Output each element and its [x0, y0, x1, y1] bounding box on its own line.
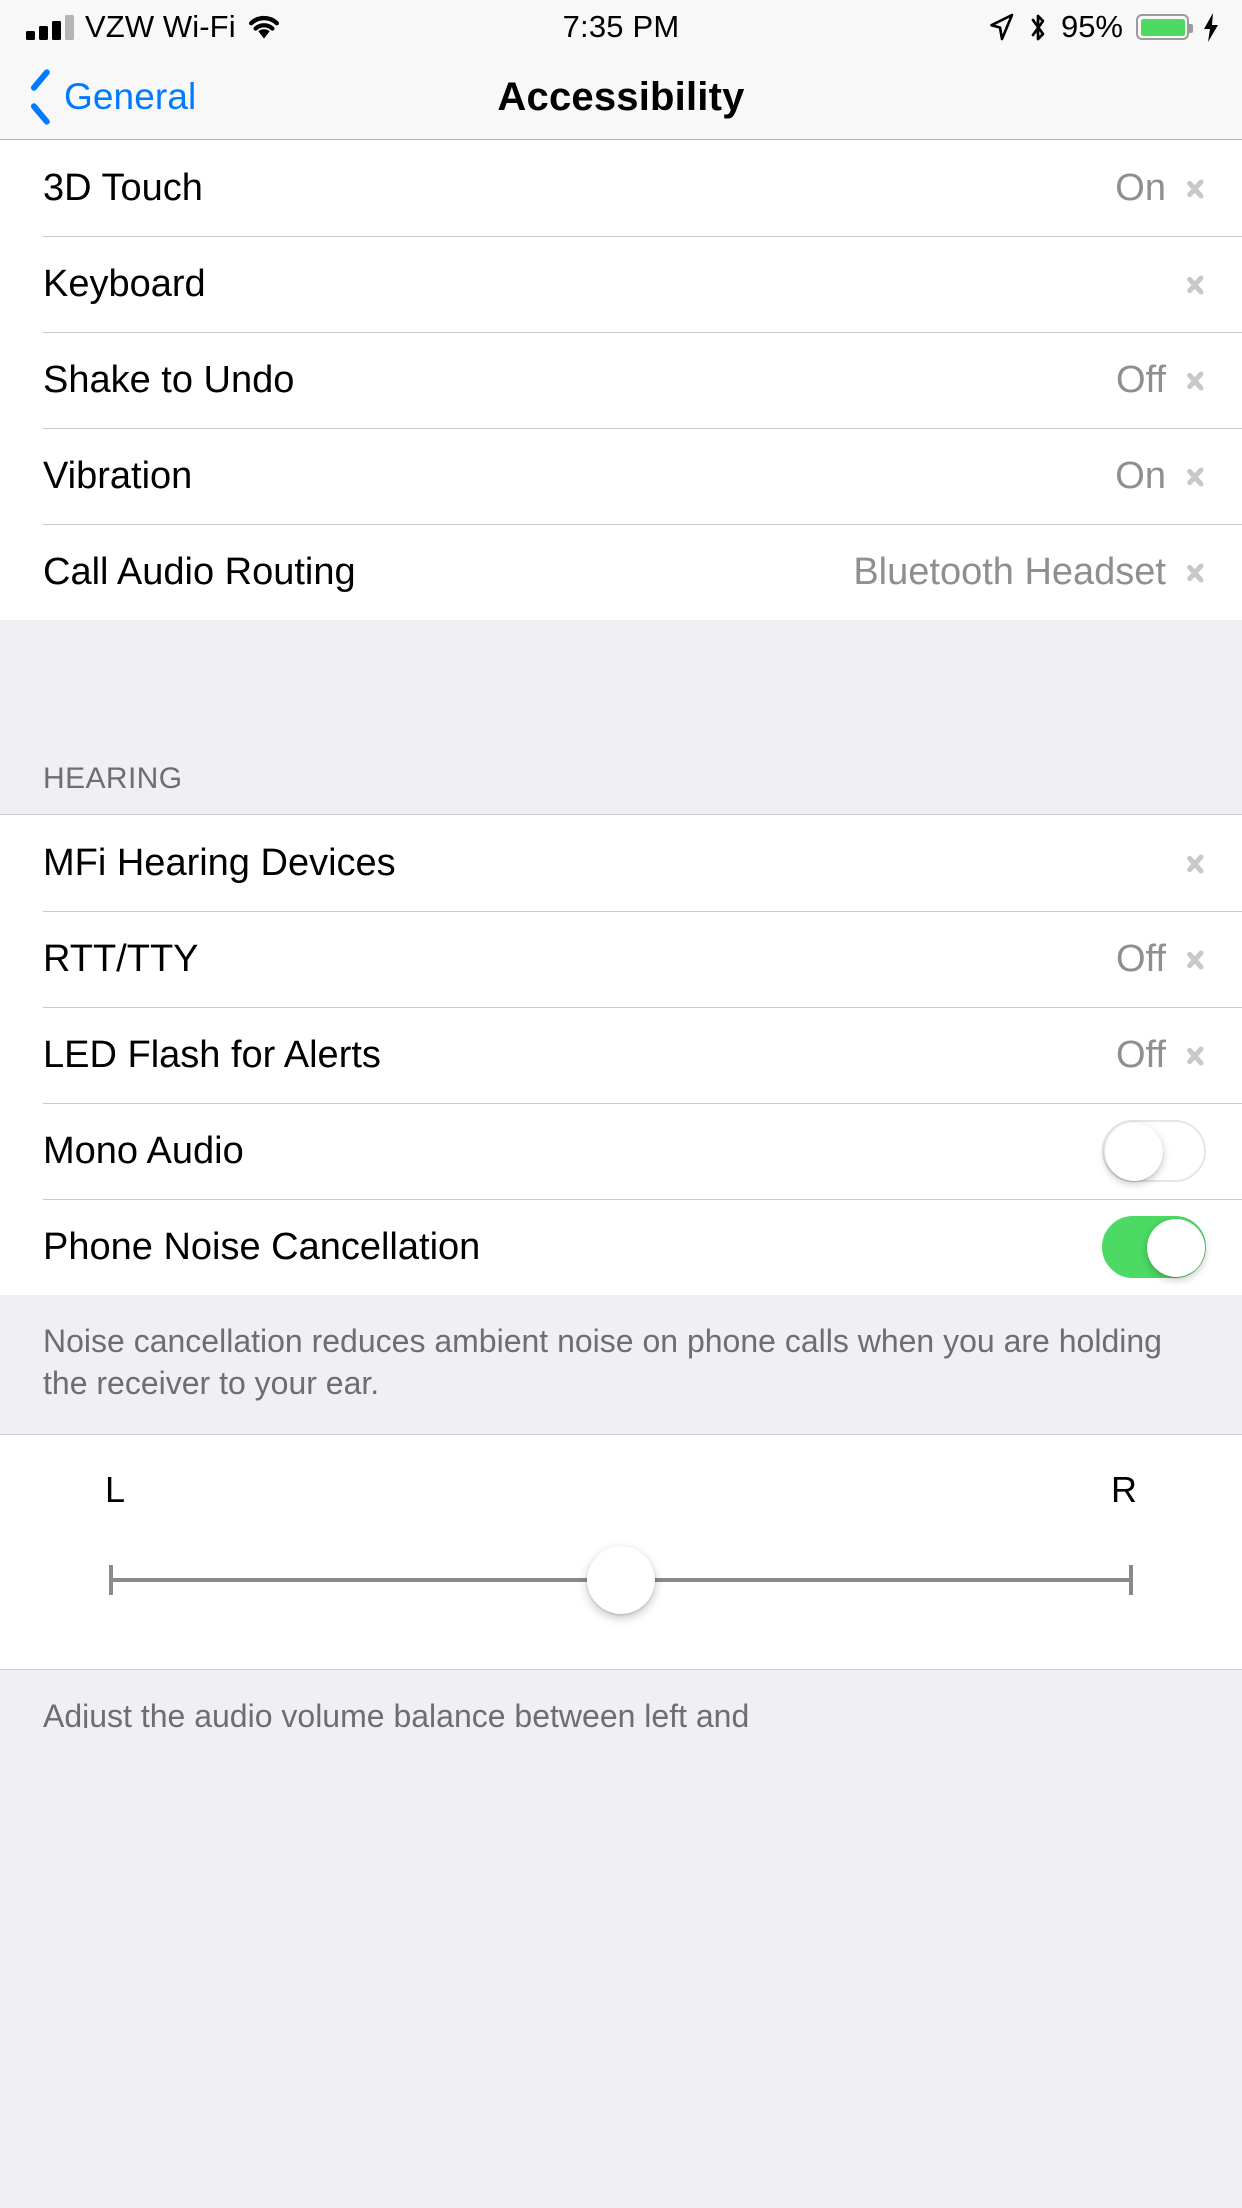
row-label: Keyboard [43, 262, 206, 305]
phone-noise-cancellation-toggle[interactable] [1102, 1216, 1206, 1278]
toggle-knob [1105, 1123, 1163, 1181]
row-value: On [1115, 454, 1166, 497]
general-settings-group: 3D Touch On Keyboard Shake to Undo Off V… [0, 140, 1242, 620]
battery-fill [1140, 18, 1185, 36]
row-value: Off [1116, 358, 1166, 401]
row-label: Phone Noise Cancellation [43, 1225, 481, 1268]
chevron-right-icon [1188, 556, 1206, 588]
audio-balance-slider[interactable] [43, 1533, 1199, 1625]
status-bar-right: 95% [988, 0, 1220, 54]
chevron-right-icon [1188, 268, 1206, 300]
section-header-hearing: HEARING [0, 746, 1242, 806]
row-label: Call Audio Routing [43, 550, 356, 593]
row-keyboard[interactable]: Keyboard [0, 236, 1242, 332]
balance-right-label: R [1111, 1469, 1137, 1511]
chevron-right-icon [1188, 172, 1206, 204]
clock-label: 7:35 PM [562, 9, 680, 44]
row-rtt-tty[interactable]: RTT/TTY Off [0, 911, 1242, 1007]
slider-thumb[interactable] [587, 1546, 655, 1615]
row-shake-to-undo[interactable]: Shake to Undo Off [0, 332, 1242, 428]
chevron-right-icon [1188, 943, 1206, 975]
audio-balance-panel: L R [0, 1434, 1242, 1671]
row-led-flash-for-alerts[interactable]: LED Flash for Alerts Off [0, 1007, 1242, 1103]
row-call-audio-routing[interactable]: Call Audio Routing Bluetooth Headset [0, 524, 1242, 620]
accessibility-settings-screen: VZW Wi-Fi 7:35 PM 95% General Accessibil… [0, 0, 1242, 2208]
row-value: Off [1116, 937, 1166, 980]
row-mfi-hearing-devices[interactable]: MFi Hearing Devices [0, 815, 1242, 911]
row-vibration[interactable]: Vibration On [0, 428, 1242, 524]
chevron-right-icon [1188, 364, 1206, 396]
hearing-section-footer: Noise cancellation reduces ambient noise… [0, 1295, 1242, 1435]
navigation-bar: General Accessibility [0, 54, 1242, 140]
section-header-padding [0, 806, 1242, 814]
section-spacer [0, 620, 1242, 746]
balance-slider-footer: Adjust the audio volume balance between … [0, 1670, 1242, 1729]
row-label: LED Flash for Alerts [43, 1033, 381, 1076]
row-label: RTT/TTY [43, 937, 199, 980]
chevron-right-icon [1188, 1039, 1206, 1071]
location-arrow-icon [990, 13, 1014, 41]
row-label: 3D Touch [43, 166, 203, 209]
lightning-bolt-icon [1204, 12, 1218, 42]
row-value: On [1115, 166, 1166, 209]
row-value: Bluetooth Headset [853, 550, 1166, 593]
row-value: Off [1116, 1033, 1166, 1076]
row-label: Shake to Undo [43, 358, 295, 401]
row-3d-touch[interactable]: 3D Touch On [0, 140, 1242, 236]
chevron-right-icon [1188, 460, 1206, 492]
row-phone-noise-cancellation[interactable]: Phone Noise Cancellation [0, 1199, 1242, 1295]
mono-audio-toggle[interactable] [1102, 1120, 1206, 1182]
row-label: MFi Hearing Devices [43, 841, 396, 884]
status-bar: VZW Wi-Fi 7:35 PM 95% [0, 0, 1242, 54]
battery-percent-label: 95% [1060, 9, 1123, 44]
row-label: Vibration [43, 454, 193, 497]
bluetooth-icon [1031, 14, 1045, 40]
balance-left-label: L [105, 1469, 126, 1511]
hearing-settings-group: MFi Hearing Devices RTT/TTY Off LED Flas… [0, 814, 1242, 1295]
page-title: Accessibility [497, 74, 745, 119]
battery-icon [1136, 14, 1193, 40]
row-label: Mono Audio [43, 1129, 244, 1172]
toggle-knob [1147, 1219, 1205, 1277]
chevron-right-icon [1188, 847, 1206, 879]
balance-labels: L R [43, 1469, 1199, 1511]
row-mono-audio[interactable]: Mono Audio [0, 1103, 1242, 1199]
